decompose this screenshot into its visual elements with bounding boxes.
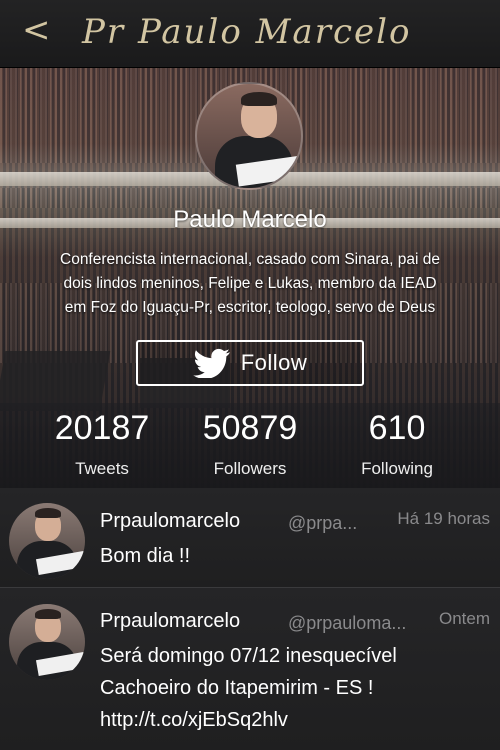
tweet-item[interactable]: Prpaulomarcelo @prpa... Há 19 horas Bom … bbox=[0, 488, 500, 588]
tweet-text-line: Será domingo 07/12 inesquecível bbox=[100, 645, 397, 667]
tweet-avatar[interactable] bbox=[9, 604, 85, 680]
profile-header: Paulo Marcelo Conferencista internaciona… bbox=[0, 68, 500, 488]
stat-value: 50879 bbox=[202, 409, 298, 447]
tweet-text-line: Cachoeiro do Itapemirim - ES ! bbox=[100, 677, 374, 699]
stat-value: 610 bbox=[368, 409, 426, 447]
tweet-text-line: Bom dia !! bbox=[100, 545, 191, 567]
stat-label: Followers bbox=[213, 459, 287, 478]
tweet-time: Ontem bbox=[438, 609, 490, 628]
tweet-time: Há 19 horas bbox=[397, 509, 490, 528]
tweet-handle: @prpa... bbox=[288, 513, 358, 533]
twitter-bird-icon bbox=[192, 348, 230, 378]
tweet-item[interactable]: Prpaulomarcelo @prpauloma... Ontem Será … bbox=[0, 588, 500, 750]
stage-speaker bbox=[0, 351, 111, 411]
stat-following[interactable]: 610 Following bbox=[322, 408, 472, 482]
top-bar: < Pr Paulo Marcelo bbox=[0, 0, 500, 68]
tweet-timeline[interactable]: Prpaulomarcelo @prpa... Há 19 horas Bom … bbox=[0, 488, 500, 750]
tweet-text: Será domingo 07/12 inesquecível Cachoeir… bbox=[100, 640, 480, 736]
bio-line: dois lindos meninos, Felipe e Lukas, mem… bbox=[63, 275, 437, 292]
profile-name: Paulo Marcelo bbox=[173, 206, 327, 233]
tweet-text: Bom dia !! bbox=[100, 540, 480, 572]
avatar-person-hair bbox=[35, 609, 61, 619]
avatar-person-hair bbox=[35, 508, 61, 518]
tweet-avatar[interactable] bbox=[9, 503, 85, 579]
stat-label: Following bbox=[361, 459, 433, 478]
profile-stats: 20187 Tweets 50879 Followers 610 Followi… bbox=[0, 408, 500, 478]
stat-followers[interactable]: 50879 Followers bbox=[175, 408, 325, 482]
follow-button[interactable]: Follow bbox=[136, 340, 364, 386]
profile-avatar[interactable] bbox=[195, 82, 303, 190]
page-title: Pr Paulo Marcelo bbox=[82, 12, 412, 52]
tweet-username[interactable]: Prpaulomarcelo bbox=[100, 610, 240, 633]
bio-line: em Foz do Iguaçu-Pr, escritor, teologo, … bbox=[64, 299, 436, 316]
tweet-link[interactable]: http://t.co/xjEbSq2hlv bbox=[100, 704, 480, 736]
back-button[interactable]: < bbox=[22, 8, 62, 52]
stat-value: 20187 bbox=[54, 409, 150, 447]
bio-line: Conferencista internacional, casado com … bbox=[60, 251, 440, 268]
tweet-username[interactable]: Prpaulomarcelo bbox=[100, 510, 240, 533]
stat-tweets[interactable]: 20187 Tweets bbox=[27, 408, 177, 482]
crowd-background bbox=[0, 188, 500, 208]
tweet-handle: @prpauloma... bbox=[288, 613, 407, 633]
avatar-person-hair bbox=[241, 92, 277, 106]
stat-label: Tweets bbox=[75, 459, 129, 478]
profile-bio: Conferencista internacional, casado com … bbox=[10, 248, 490, 320]
follow-label: Follow bbox=[240, 350, 308, 375]
